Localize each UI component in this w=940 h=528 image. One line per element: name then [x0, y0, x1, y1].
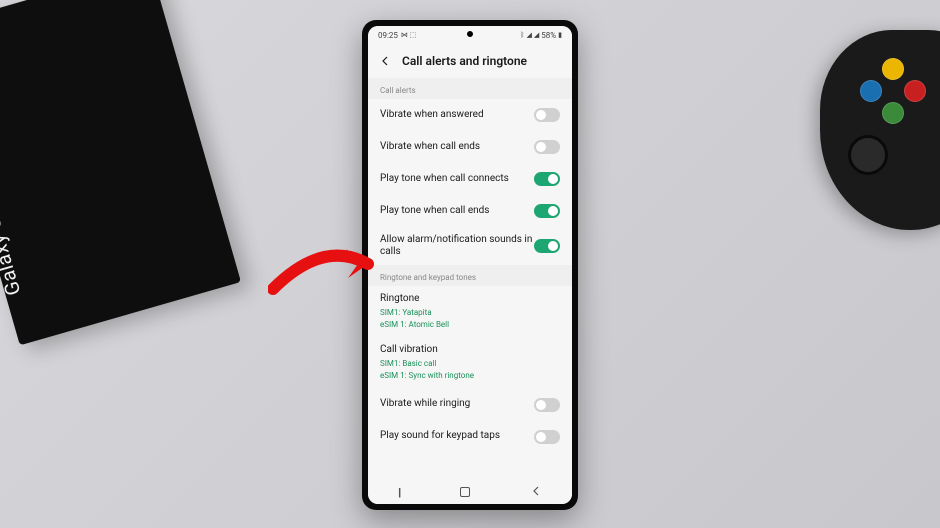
- setting-ringtone[interactable]: Ringtone SIM1: Yatapita eSIM 1: Atomic B…: [368, 286, 572, 337]
- controller-button-y: [882, 58, 904, 80]
- battery-icon: ▮: [558, 31, 562, 39]
- toggle-keypad-sound[interactable]: [534, 430, 560, 444]
- toggle-tone-ends[interactable]: [534, 204, 560, 218]
- setting-label: Vibrate when answered: [380, 109, 534, 122]
- toggle-vibrate-answered[interactable]: [534, 108, 560, 122]
- setting-label: Call vibration: [380, 344, 560, 357]
- toggle-allow-alarm-sounds[interactable]: [534, 239, 560, 253]
- setting-label: Vibrate while ringing: [380, 398, 534, 411]
- setting-vibrate-call-ends[interactable]: Vibrate when call ends: [368, 131, 572, 163]
- bluetooth-icon: ᛒ: [520, 31, 524, 39]
- controller-stick: [848, 135, 888, 175]
- setting-vibrate-while-ringing[interactable]: Vibrate while ringing: [368, 389, 572, 421]
- status-time: 09:25: [378, 31, 398, 40]
- back-button[interactable]: [378, 54, 392, 68]
- controller-button-a: [882, 102, 904, 124]
- nav-back-button[interactable]: [531, 485, 541, 500]
- toggle-tone-connects[interactable]: [534, 172, 560, 186]
- highlight-arrow: [268, 234, 388, 304]
- setting-label: Play tone when call connects: [380, 173, 534, 186]
- ringtone-esim1: eSIM 1: Atomic Bell: [380, 320, 560, 330]
- setting-tone-connects[interactable]: Play tone when call connects: [368, 163, 572, 195]
- setting-tone-ends[interactable]: Play tone when call ends: [368, 195, 572, 227]
- vibration-sim1: SIM1: Basic call: [380, 359, 560, 369]
- page-title: Call alerts and ringtone: [402, 54, 527, 68]
- phone-device: 09:25 ⋈ ⬚ ᛒ ◢ ◢ 58% ▮ Call alerts and ri…: [362, 20, 578, 510]
- product-box: Galaxy S23 Ultra: [0, 0, 241, 345]
- battery-percent: 58%: [541, 31, 556, 40]
- signal-icon: ◢: [534, 31, 539, 39]
- controller-button-b: [904, 80, 926, 102]
- page-header: Call alerts and ringtone: [368, 44, 572, 78]
- toggle-vibrate-while-ringing[interactable]: [534, 398, 560, 412]
- phone-screen: 09:25 ⋈ ⬚ ᛒ ◢ ◢ 58% ▮ Call alerts and ri…: [368, 26, 572, 504]
- setting-allow-alarm-sounds[interactable]: Allow alarm/notification sounds in calls: [368, 227, 572, 265]
- section-header-call-alerts: Call alerts: [368, 78, 572, 99]
- wifi-icon: ◢: [527, 31, 532, 39]
- setting-keypad-sound[interactable]: Play sound for keypad taps: [368, 421, 572, 453]
- product-box-label: Galaxy S23 Ultra: [0, 144, 25, 298]
- setting-label: Play tone when call ends: [380, 205, 534, 218]
- setting-label: Play sound for keypad taps: [380, 430, 534, 443]
- status-icon-misc: ⋈ ⬚: [401, 31, 416, 39]
- ringtone-sim1: SIM1: Yatapita: [380, 308, 560, 318]
- chevron-left-icon: [380, 56, 390, 66]
- nav-home-button[interactable]: [460, 487, 470, 497]
- section-header-ringtone: Ringtone and keypad tones: [368, 265, 572, 286]
- setting-label: Allow alarm/notification sounds in calls: [380, 234, 534, 259]
- setting-label: Vibrate when call ends: [380, 141, 534, 154]
- setting-label: Ringtone: [380, 293, 560, 306]
- setting-call-vibration[interactable]: Call vibration SIM1: Basic call eSIM 1: …: [368, 337, 572, 388]
- front-camera: [467, 31, 473, 37]
- nav-bar: |||: [368, 480, 572, 504]
- setting-vibrate-answered[interactable]: Vibrate when answered: [368, 99, 572, 131]
- vibration-esim1: eSIM 1: Sync with ringtone: [380, 371, 560, 381]
- controller-button-x: [860, 80, 882, 102]
- game-controller: [820, 30, 940, 230]
- toggle-vibrate-call-ends[interactable]: [534, 140, 560, 154]
- chevron-left-icon: [531, 486, 541, 496]
